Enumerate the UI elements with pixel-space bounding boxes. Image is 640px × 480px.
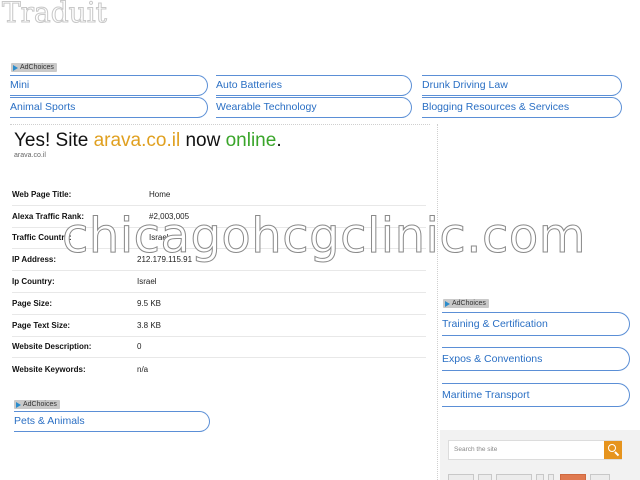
row-value: 3.8 KB: [137, 320, 162, 330]
sidebar-tab[interactable]: [478, 474, 492, 480]
headline-prefix: Yes! Site: [14, 130, 94, 151]
sidebar-divider: [437, 124, 438, 480]
row-label: Page Text Size:: [12, 320, 71, 330]
site-logo: Traduit: [2, 0, 108, 30]
row-label: Ip Country:: [12, 277, 55, 287]
search-icon-handle: [614, 451, 620, 457]
adchoices-badge[interactable]: AdChoices: [14, 400, 60, 409]
adchoices-label: AdChoices: [20, 64, 54, 71]
table-row: Page Size: 9.5 KB: [12, 293, 426, 315]
row-label: Website Description:: [12, 342, 92, 352]
sidebar-tab-active[interactable]: [560, 474, 586, 480]
adchoices-icon: [445, 300, 450, 307]
row-label: Page Size:: [12, 298, 53, 308]
ad-link-training-certification[interactable]: Training & Certification: [442, 312, 630, 336]
search-button[interactable]: [604, 441, 622, 459]
ad-link-animal-sports[interactable]: Animal Sports: [10, 97, 208, 118]
headline-suffix: .: [276, 130, 282, 151]
row-label: Website Keywords:: [12, 364, 86, 374]
ad-link-auto-batteries[interactable]: Auto Batteries: [216, 75, 412, 96]
sidebar-tab[interactable]: [448, 474, 474, 480]
table-row: Ip Country: Israel: [12, 271, 426, 293]
headline-subdomain: arava.co.il: [14, 152, 46, 159]
sidebar-tab[interactable]: [590, 474, 610, 480]
adchoices-icon: [13, 64, 18, 71]
sidebar-tab[interactable]: [536, 474, 544, 480]
ad-link-blogging-resources[interactable]: Blogging Resources & Services: [422, 97, 622, 118]
adchoices-label: AdChoices: [23, 401, 57, 408]
watermark-text: chicagohcgclinic.com: [61, 208, 587, 265]
table-row: Page Text Size: 3.8 KB: [12, 315, 426, 337]
ad-link-mini[interactable]: Mini: [10, 75, 208, 96]
headline-middle: now: [180, 130, 226, 151]
ad-link-drunk-driving-law[interactable]: Drunk Driving Law: [422, 75, 622, 96]
row-label: Web Page Title:: [12, 189, 72, 199]
adchoices-icon: [16, 401, 21, 408]
ad-link-pets-animals[interactable]: Pets & Animals: [14, 411, 210, 432]
row-value: 0: [137, 342, 142, 352]
table-row: Website Keywords: n/a: [12, 358, 426, 380]
adchoices-badge[interactable]: AdChoices: [443, 299, 489, 308]
adchoices-label: AdChoices: [452, 300, 486, 307]
table-row: Website Description: 0: [12, 337, 426, 359]
ad-link-maritime-transport[interactable]: Maritime Transport: [442, 383, 630, 407]
headline-domain[interactable]: arava.co.il: [94, 130, 181, 151]
row-value: Home: [149, 189, 171, 199]
sidebar-tab[interactable]: [496, 474, 532, 480]
row-label: IP Address:: [12, 255, 57, 265]
sidebar-tab[interactable]: [548, 474, 554, 480]
page-headline: Yes! Site arava.co.il now online.: [14, 130, 282, 152]
ad-link-wearable-technology[interactable]: Wearable Technology: [216, 97, 412, 118]
adchoices-badge[interactable]: AdChoices: [11, 63, 57, 72]
headline-status: online: [225, 130, 277, 151]
row-value: Israel: [137, 277, 157, 287]
ad-link-expos-conventions[interactable]: Expos & Conventions: [442, 347, 630, 371]
search-input[interactable]: Search the site: [448, 440, 622, 460]
row-value: 9.5 KB: [137, 298, 162, 308]
row-value: n/a: [137, 364, 149, 374]
table-row: Web Page Title: Home: [12, 184, 426, 206]
